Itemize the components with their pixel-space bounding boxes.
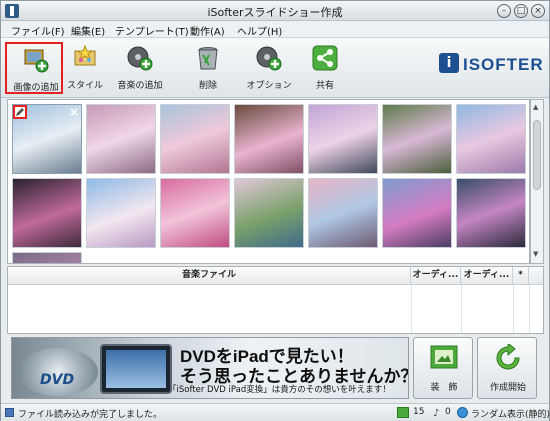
decorate-label: 装 飾 xyxy=(430,383,458,393)
menu-help[interactable]: ヘルプ(H) xyxy=(237,23,282,38)
photo-gallery: × xyxy=(7,99,530,264)
music-file-header[interactable]: 音楽ファイル xyxy=(8,267,411,285)
photo-count: 15 xyxy=(413,407,425,417)
app-window: iSofterスライドショー作成 – □ × ファイル(F) 編集(E) テンプ… xyxy=(0,0,550,421)
photo-thumbnail[interactable] xyxy=(456,104,526,174)
delete-label: 削除 xyxy=(198,81,217,91)
share-button[interactable]: 共有 xyxy=(296,42,354,94)
maximize-icon[interactable]: □ xyxy=(514,4,528,18)
photo-thumbnail[interactable] xyxy=(12,252,82,263)
photo-thumbnail[interactable] xyxy=(160,178,230,248)
status-icon xyxy=(5,408,14,417)
menu-file[interactable]: ファイル(F) xyxy=(11,23,65,38)
decorate-icon xyxy=(430,345,458,369)
banner-tagline: 「iSofter DVD iPad変換」は貴方のその想いを叶えます！ xyxy=(168,385,391,395)
flag-header[interactable]: * xyxy=(513,267,529,285)
photo-thumbnail[interactable] xyxy=(234,104,304,174)
style-icon xyxy=(74,45,96,66)
photo-count-icon xyxy=(397,407,409,418)
photo-thumbnail[interactable] xyxy=(234,178,304,248)
status-bar: ファイル読み込みが完了しました。 15 ♪ 0 ランダム表示(静的) xyxy=(1,403,550,421)
isofter-logo-mark: i xyxy=(439,53,459,73)
column-divider xyxy=(411,285,412,333)
menu-template[interactable]: テンプレート(T) xyxy=(115,23,189,38)
photo-thumbnail[interactable] xyxy=(382,178,452,248)
display-mode: ランダム表示(静的) xyxy=(471,410,550,420)
style-button[interactable]: スタイル xyxy=(56,42,114,94)
ipad-image xyxy=(100,344,172,394)
status-message: ファイル読み込みが完了しました。 xyxy=(18,410,163,420)
delete-button[interactable]: 削除 xyxy=(179,42,237,94)
photo-thumbnail[interactable] xyxy=(86,104,156,174)
toolbar: 画像の追加 スタイル 音楽の追加 削除 オプション 共有 i ISOFTER xyxy=(1,38,549,98)
menu-edit[interactable]: 編集(E) xyxy=(71,23,105,38)
scroll-up-icon[interactable]: ▲ xyxy=(533,103,538,111)
dvd-badge: DVD xyxy=(40,372,75,388)
isofter-logo: ISOFTER xyxy=(463,55,544,74)
style-label: スタイル xyxy=(66,81,103,91)
share-label: 共有 xyxy=(315,81,334,91)
add-image-button[interactable]: 画像の追加 xyxy=(5,42,63,94)
photo-thumbnail[interactable] xyxy=(160,104,230,174)
minimize-icon[interactable]: – xyxy=(497,4,511,18)
refresh-icon xyxy=(496,344,520,370)
menu-bar: ファイル(F) 編集(E) テンプレート(T) 動作(A) ヘルプ(H) xyxy=(1,21,549,38)
photo-thumbnail[interactable] xyxy=(86,178,156,248)
window-title: iSofterスライドショー作成 xyxy=(207,6,343,19)
ipad-screen xyxy=(106,350,166,388)
share-icon xyxy=(312,45,338,71)
close-icon[interactable]: × xyxy=(531,4,545,18)
add-music-label: 音楽の追加 xyxy=(117,81,163,91)
audio-header-1[interactable]: オーディ... xyxy=(411,267,461,285)
column-divider xyxy=(461,285,462,333)
option-label: オプション xyxy=(246,81,292,91)
photo-thumbnail[interactable] xyxy=(456,178,526,248)
dvd-disc-image: DVD xyxy=(18,348,98,396)
decorate-button[interactable]: 装 飾 xyxy=(413,337,473,399)
music-table: 音楽ファイル オーディ... オーディ... * xyxy=(7,266,544,334)
audio-header-2[interactable]: オーディ... xyxy=(461,267,513,285)
add-music-button[interactable]: 音楽の追加 xyxy=(111,42,169,94)
title-bar: iSofterスライドショー作成 – □ × xyxy=(1,1,549,21)
header-filler xyxy=(529,267,543,285)
start-label: 作成開始 xyxy=(489,383,526,393)
option-button[interactable]: オプション xyxy=(240,42,298,94)
add-music-icon xyxy=(127,46,153,71)
photo-thumbnail[interactable] xyxy=(12,178,82,248)
gallery-scrollbar[interactable]: ▲ ▼ xyxy=(530,99,544,264)
option-icon xyxy=(256,46,282,71)
music-count: 0 xyxy=(445,407,451,417)
photo-thumbnail[interactable] xyxy=(308,104,378,174)
music-note-icon: ♪ xyxy=(433,408,440,419)
promo-banner[interactable]: DVD DVDをiPadで見たい！ そう思ったことありませんか？ 「iSofte… xyxy=(11,337,409,399)
menu-action[interactable]: 動作(A) xyxy=(190,23,225,38)
trash-icon xyxy=(198,47,218,70)
column-divider xyxy=(529,285,530,333)
start-button[interactable]: 作成開始 xyxy=(477,337,537,399)
mode-icon xyxy=(457,407,468,418)
photo-thumbnail[interactable] xyxy=(382,104,452,174)
edit-icon[interactable] xyxy=(13,105,27,119)
scroll-thumb[interactable] xyxy=(533,120,541,190)
add-image-icon xyxy=(24,49,49,73)
photo-thumbnail[interactable] xyxy=(308,178,378,248)
column-divider xyxy=(513,285,514,333)
scroll-down-icon[interactable]: ▼ xyxy=(533,250,538,258)
photo-thumbnail[interactable]: × xyxy=(12,104,82,174)
remove-icon[interactable]: × xyxy=(69,105,79,119)
